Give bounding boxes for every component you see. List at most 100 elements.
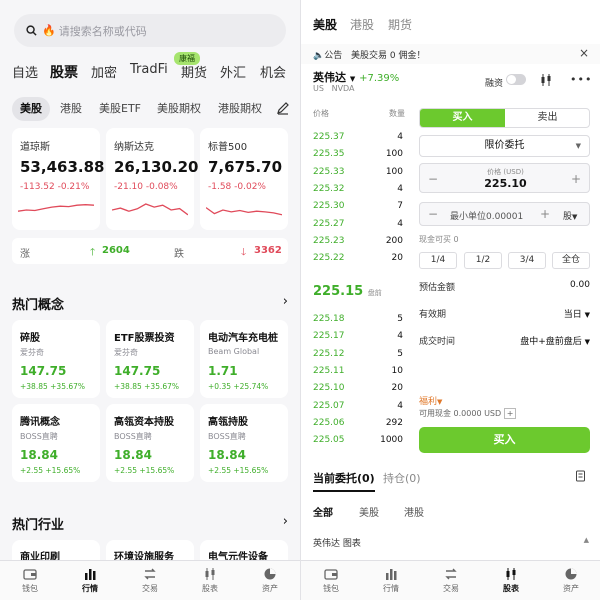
nav-trade[interactable]: 交易	[130, 567, 170, 594]
up-count: 2604	[102, 245, 130, 256]
tab-positions[interactable]: 持仓(0)	[383, 470, 421, 486]
ask-row[interactable]: 225.27 4	[313, 219, 403, 233]
sell-tab[interactable]: 卖出	[505, 109, 589, 127]
chevron-right-icon[interactable]: ›	[283, 514, 288, 529]
bid-row[interactable]: 225.11 10	[313, 366, 403, 380]
tab-watchlist[interactable]: 自选	[12, 62, 38, 81]
subtab-hk-options[interactable]: 港股期权	[218, 97, 262, 121]
subtab-us-etf[interactable]: 美股ETF	[99, 97, 141, 121]
session-row[interactable]: 成交时间 盘中+盘前盘后 ▼	[419, 334, 590, 347]
nav-wallet[interactable]: 钱包	[311, 567, 351, 594]
index-card-sp500[interactable]: 标普500 7,675.70 -1.58 -0.02%	[200, 128, 288, 230]
ask-row[interactable]: 225.32 4	[313, 184, 403, 198]
nav-stocks[interactable]: 股表	[491, 567, 531, 594]
tab-stocks[interactable]: 股票	[50, 62, 78, 82]
nav-market[interactable]: 行情	[371, 567, 411, 594]
est-label: 预估金额	[419, 283, 456, 293]
plus-icon[interactable]: +	[540, 207, 550, 221]
tab-forex[interactable]: 外汇	[220, 62, 246, 81]
index-card-dow[interactable]: 道琼斯 53,463.88 -113.52 -0.21%	[12, 128, 104, 230]
ratio-half[interactable]: 1/2	[464, 252, 502, 269]
margin-toggle[interactable]	[506, 74, 526, 85]
tab-open-orders[interactable]: 当前委托(0)	[313, 470, 375, 492]
concept-card[interactable]: 腾讯概念 BOSS直聘 18.84 +2.55 +15.65%	[12, 404, 100, 482]
search-bar[interactable]: 🔥 请搜索名称或代码	[14, 14, 286, 47]
ratio-three-quarter[interactable]: 3/4	[508, 252, 546, 269]
bid-row[interactable]: 225.12 5	[313, 349, 403, 363]
tab-futures-market[interactable]: 期货	[388, 16, 412, 33]
nav-wallet[interactable]: 钱包	[10, 567, 50, 594]
tab-futures[interactable]: 期货	[181, 62, 207, 81]
concept-card[interactable]: 高瓴持股 BOSS直聘 18.84 +2.55 +15.65%	[200, 404, 288, 482]
order-type-select[interactable]: 限价委托 ▼	[419, 135, 590, 157]
edit-icon[interactable]	[276, 101, 290, 115]
valid-value[interactable]: 当日 ▼	[564, 307, 590, 320]
bid-row[interactable]: 225.18 5	[313, 314, 403, 328]
ask-row[interactable]: 225.30 7	[313, 201, 403, 215]
concept-card[interactable]: 电动汽车充电桩 Beam Global 1.71 +0.35 +25.74%	[200, 320, 288, 398]
ask-row[interactable]: 225.35 100	[313, 149, 403, 163]
tab-opportunities[interactable]: 机会	[260, 62, 286, 81]
subtab-us[interactable]: 美股	[12, 97, 50, 121]
minus-icon[interactable]: −	[428, 207, 438, 221]
stock-header[interactable]: 英伟达 ▼ +7.39%	[313, 69, 399, 85]
session-value[interactable]: 盘中+盘前盘后 ▼	[520, 334, 590, 347]
bid-row[interactable]: 225.10 20	[313, 383, 403, 397]
bid-qty: 4	[397, 400, 403, 411]
nav-assets[interactable]: 资产	[551, 567, 591, 594]
tab-tradfi[interactable]: TradFi	[130, 62, 168, 77]
ask-row[interactable]: 225.23 200	[313, 236, 403, 250]
chevron-right-icon[interactable]: ›	[283, 294, 288, 309]
buy-tab[interactable]: 买入	[420, 109, 505, 127]
kline-icon[interactable]	[539, 73, 553, 87]
nav-assets[interactable]: 资产	[250, 567, 290, 594]
caret-up-icon[interactable]: ▲	[584, 536, 589, 544]
subtab-us-options[interactable]: 美股期权	[157, 97, 201, 121]
quantity-unit[interactable]: 股▼	[563, 209, 577, 222]
welfare-link[interactable]: 福利▼	[419, 394, 442, 407]
filter-all[interactable]: 全部	[313, 504, 333, 519]
validity-row[interactable]: 有效期 当日 ▼	[419, 307, 590, 320]
bid-row[interactable]: 225.07 4	[313, 401, 403, 415]
tab-hk-market[interactable]: 港股	[350, 16, 374, 33]
concept-price: 147.75	[114, 364, 161, 378]
fire-icon: 🔥	[42, 24, 56, 37]
ask-row[interactable]: 225.33 100	[313, 167, 403, 181]
nav-trade[interactable]: 交易	[431, 567, 471, 594]
quantity-input[interactable]: − 最小单位0.00001 + 股▼	[419, 202, 590, 226]
plus-icon[interactable]: +	[571, 172, 581, 186]
nav-market[interactable]: 行情	[70, 567, 110, 594]
bid-row[interactable]: 225.05 1000	[313, 435, 403, 449]
document-icon[interactable]	[575, 470, 587, 482]
tab-us-market[interactable]: 美股	[313, 16, 337, 33]
concept-card[interactable]: 高瓴资本持股 BOSS直聘 18.84 +2.55 +15.65%	[106, 404, 194, 482]
swap-icon	[144, 568, 156, 580]
buy-button[interactable]: 买入	[419, 427, 590, 453]
caret-down-icon: ▼	[575, 142, 581, 150]
filter-us[interactable]: 美股	[359, 504, 379, 519]
price-input[interactable]: − 价格 (USD) 225.10 +	[419, 163, 590, 193]
tab-crypto[interactable]: 加密	[91, 62, 117, 81]
more-icon[interactable]: •••	[570, 73, 592, 86]
plus-icon[interactable]: +	[503, 408, 517, 419]
index-card-nasdaq[interactable]: 纳斯达克 26,130.20 -21.10 -0.08%	[106, 128, 198, 230]
close-icon[interactable]: ×	[579, 46, 589, 60]
ratio-full[interactable]: 全仓	[552, 252, 590, 269]
ask-row[interactable]: 225.22 20	[313, 253, 403, 267]
subtab-hk[interactable]: 港股	[60, 97, 82, 121]
concept-title: 碎股	[20, 333, 40, 344]
ask-row[interactable]: 225.37 4	[313, 132, 403, 146]
filter-hk[interactable]: 港股	[404, 504, 424, 519]
ratio-quarter[interactable]: 1/4	[419, 252, 457, 269]
bid-row[interactable]: 225.06 292	[313, 418, 403, 432]
bid-row[interactable]: 225.17 4	[313, 331, 403, 345]
market-breadth-bar[interactable]: 涨 🡑 2604 跌 🡓 3362	[12, 238, 288, 264]
concept-card[interactable]: 碎股 爱芬奇 147.75 +38.85 +35.67%	[12, 320, 100, 398]
concept-card[interactable]: ETF股票投资 爱芬奇 147.75 +38.85 +35.67%	[106, 320, 194, 398]
estimated-amount-row: 预估金额 0.00	[419, 280, 590, 293]
concept-price: 147.75	[20, 364, 67, 378]
orderbook-qty-header: 数量	[389, 109, 405, 118]
stock-chart-row[interactable]: 英伟达 图表 ▲	[313, 536, 589, 549]
nav-stocks[interactable]: 股表	[190, 567, 230, 594]
notice-bar[interactable]: 🔈公告 美股交易 0 佣金！ ×	[301, 44, 600, 64]
